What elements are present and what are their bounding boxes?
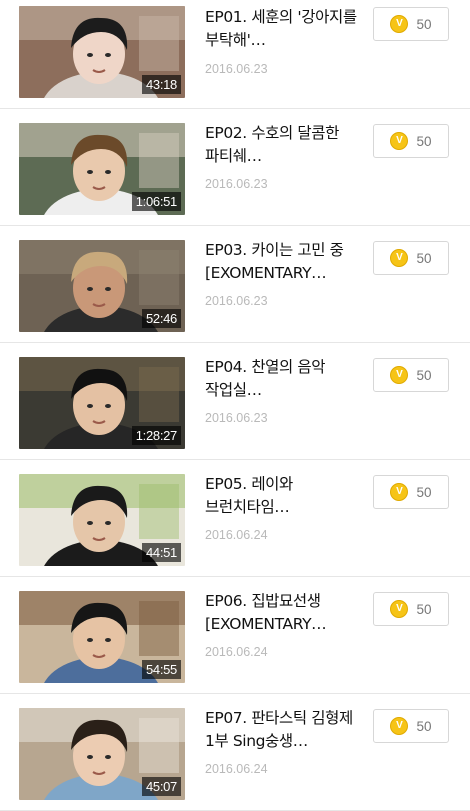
coin-icon: V (390, 366, 409, 384)
episode-date: 2016.06.24 (205, 762, 268, 776)
episode-thumbnail[interactable]: 52:46 (19, 240, 185, 332)
video-duration: 1:28:27 (131, 426, 181, 445)
price-label: 50 (416, 367, 432, 383)
coin-icon: V (390, 483, 409, 501)
episode-date: 2016.06.23 (205, 177, 268, 191)
price-label: 50 (416, 16, 432, 32)
price-label: 50 (416, 133, 432, 149)
episode-row[interactable]: 1:28:27 EP04. 찬열의 음악 작업실… 2016.06.23 V 5… (0, 343, 470, 460)
episode-thumbnail[interactable]: 43:18 (19, 6, 185, 98)
video-duration: 43:18 (141, 75, 181, 94)
coin-icon: V (390, 600, 409, 618)
video-duration: 52:46 (141, 309, 181, 328)
episode-date: 2016.06.23 (205, 411, 268, 425)
episode-thumbnail[interactable]: 1:28:27 (19, 357, 185, 449)
price-label: 50 (416, 718, 432, 734)
episode-row[interactable]: 54:55 EP06. 집밥묘선생 [EXOMENTARY… 2016.06.2… (0, 577, 470, 694)
episode-title[interactable]: EP03. 카이는 고민 중 [EXOMENTARY… (205, 239, 370, 285)
episode-thumbnail[interactable]: 44:51 (19, 474, 185, 566)
purchase-button[interactable]: V 50 (373, 124, 449, 158)
episode-row[interactable]: 1:06:51 EP02. 수호의 달콤한 파티쉐… 2016.06.23 V … (0, 109, 470, 226)
coin-icon: V (390, 717, 409, 735)
purchase-button[interactable]: V 50 (373, 475, 449, 509)
episode-list: 43:18 EP01. 세훈의 '강아지를 부탁해'… 2016.06.23 V… (0, 0, 470, 811)
episode-row[interactable]: 52:46 EP03. 카이는 고민 중 [EXOMENTARY… 2016.0… (0, 226, 470, 343)
video-duration: 1:06:51 (131, 192, 181, 211)
coin-icon: V (390, 249, 409, 267)
episode-date: 2016.06.23 (205, 62, 268, 76)
coin-icon: V (390, 132, 409, 150)
video-duration: 54:55 (141, 660, 181, 679)
episode-title[interactable]: EP05. 레이와 브런치타임… (205, 473, 370, 519)
episode-row[interactable]: 44:51 EP05. 레이와 브런치타임… 2016.06.24 V 50 (0, 460, 470, 577)
episode-date: 2016.06.24 (205, 645, 268, 659)
episode-title[interactable]: EP02. 수호의 달콤한 파티쉐… (205, 122, 370, 168)
purchase-button[interactable]: V 50 (373, 241, 449, 275)
episode-thumbnail[interactable]: 1:06:51 (19, 123, 185, 215)
video-duration: 44:51 (141, 543, 181, 562)
episode-title[interactable]: EP07. 판타스틱 김형제 1부 Sing숭생… (205, 707, 370, 753)
purchase-button[interactable]: V 50 (373, 709, 449, 743)
episode-title[interactable]: EP06. 집밥묘선생 [EXOMENTARY… (205, 590, 370, 636)
purchase-button[interactable]: V 50 (373, 358, 449, 392)
episode-row[interactable]: 43:18 EP01. 세훈의 '강아지를 부탁해'… 2016.06.23 V… (0, 0, 470, 109)
price-label: 50 (416, 250, 432, 266)
purchase-button[interactable]: V 50 (373, 592, 449, 626)
episode-thumbnail[interactable]: 54:55 (19, 591, 185, 683)
video-duration: 45:07 (141, 777, 181, 796)
episode-date: 2016.06.24 (205, 528, 268, 542)
purchase-button[interactable]: V 50 (373, 7, 449, 41)
episode-title[interactable]: EP01. 세훈의 '강아지를 부탁해'… (205, 6, 370, 52)
episode-date: 2016.06.23 (205, 294, 268, 308)
price-label: 50 (416, 484, 432, 500)
episode-thumbnail[interactable]: 45:07 (19, 708, 185, 800)
episode-title[interactable]: EP04. 찬열의 음악 작업실… (205, 356, 370, 402)
coin-icon: V (390, 15, 409, 33)
episode-row[interactable]: 45:07 EP07. 판타스틱 김형제 1부 Sing숭생… 2016.06.… (0, 694, 470, 811)
price-label: 50 (416, 601, 432, 617)
